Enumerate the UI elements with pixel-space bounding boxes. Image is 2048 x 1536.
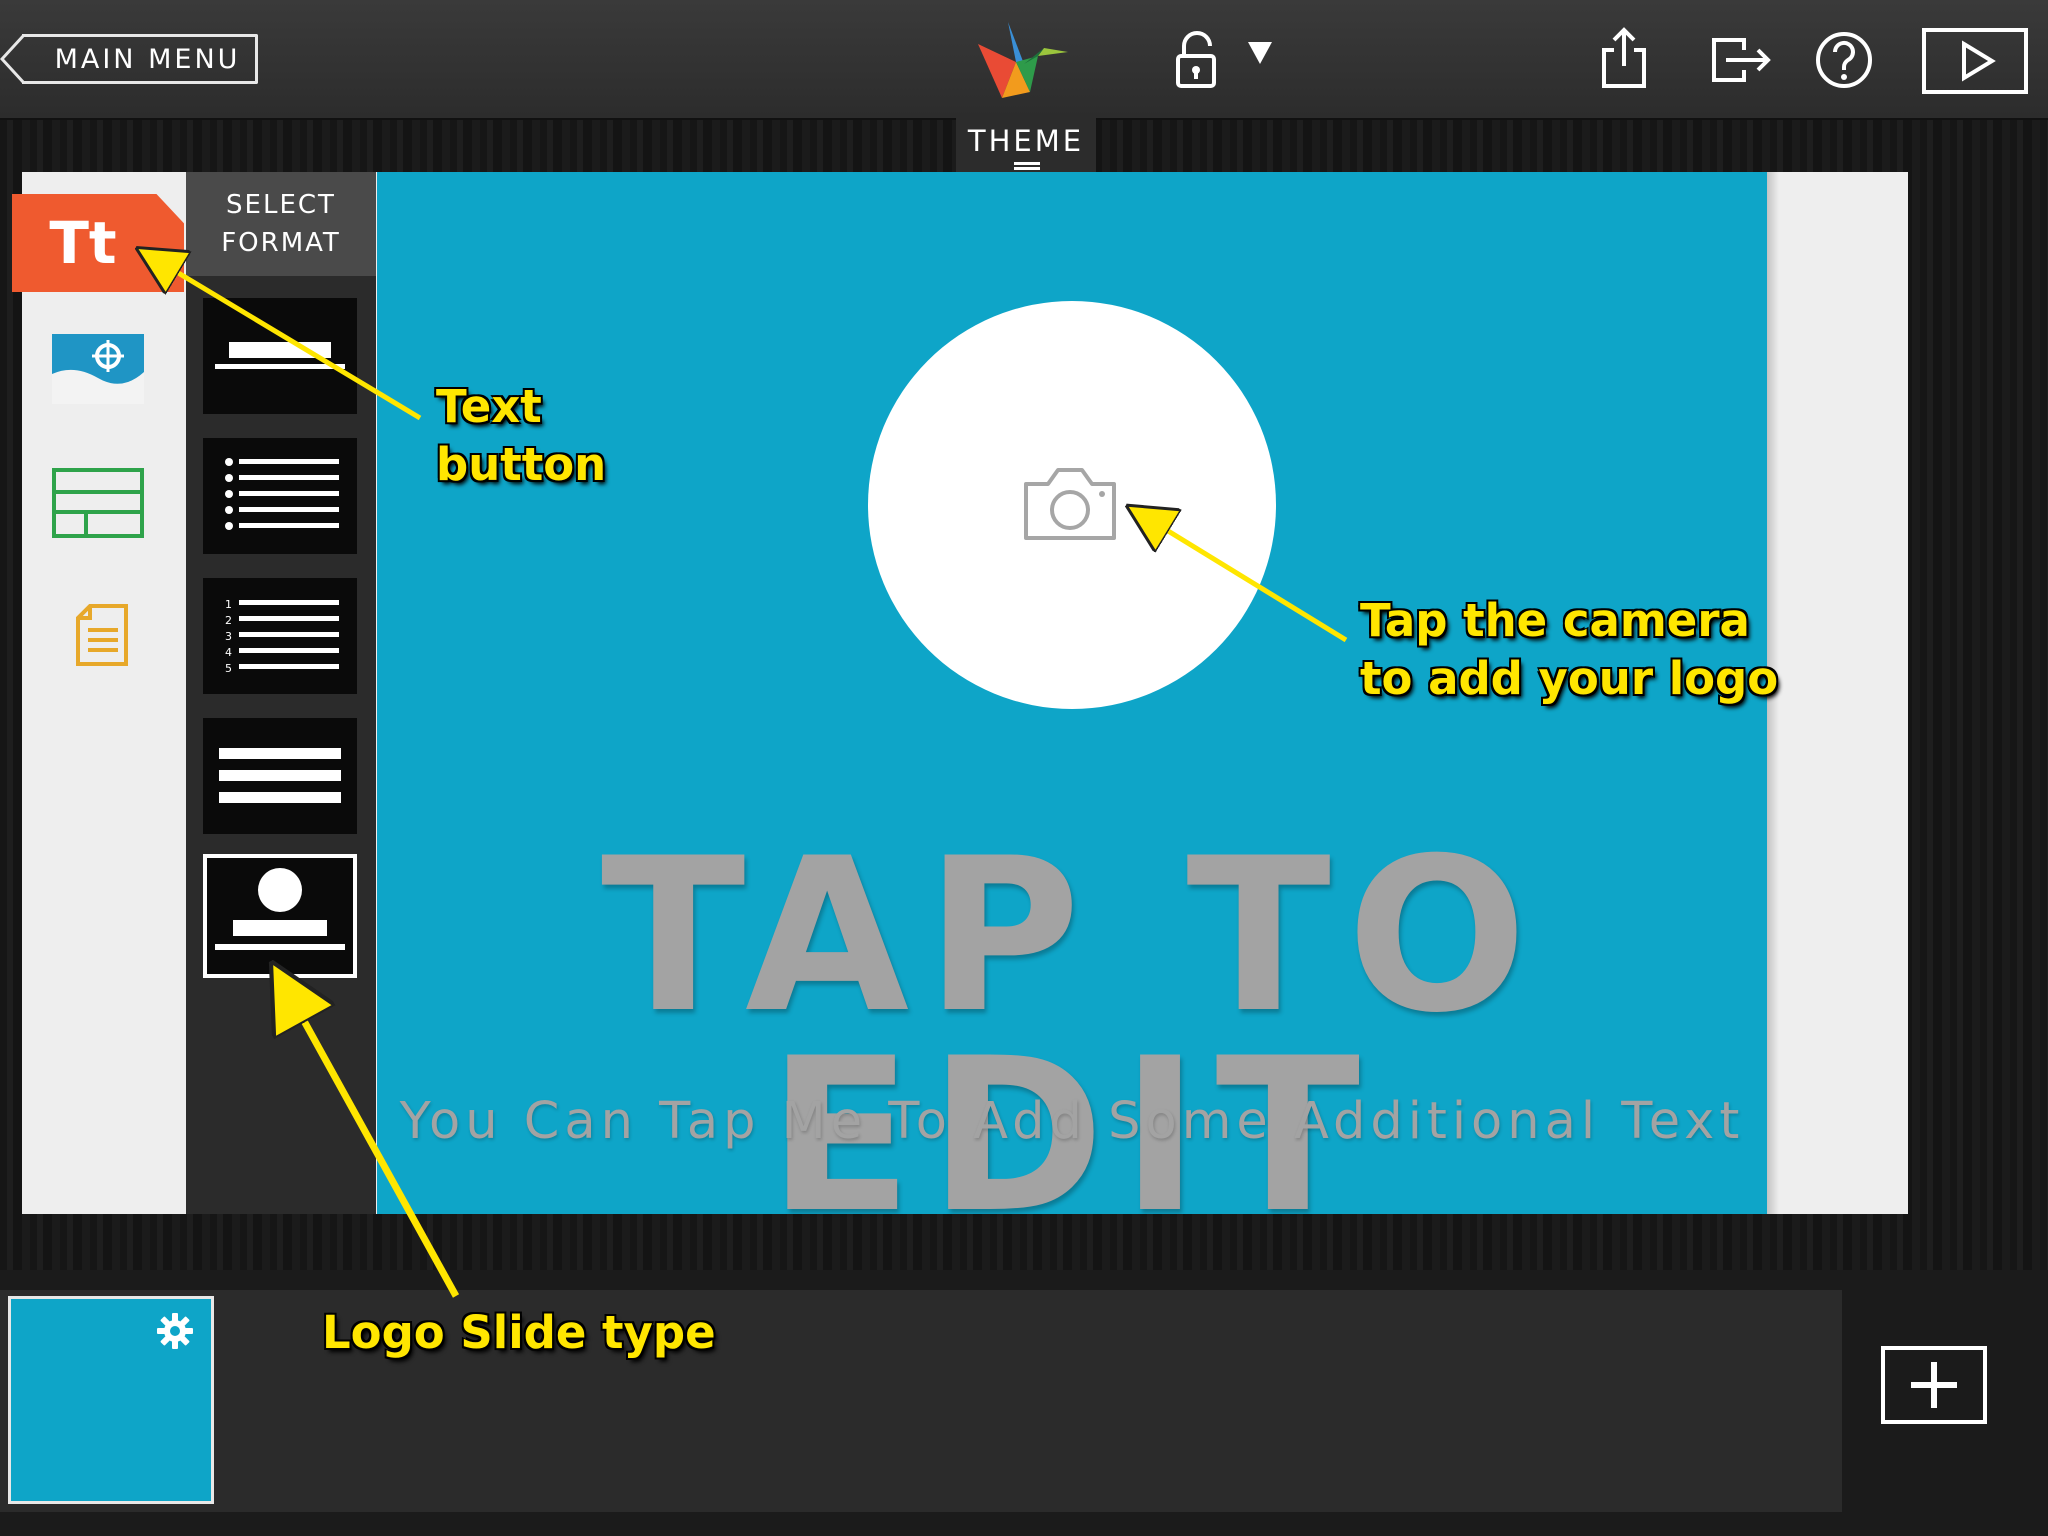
- text-button[interactable]: Tt: [12, 194, 184, 292]
- image-icon[interactable]: [52, 334, 144, 404]
- bullet-list-icon: [225, 458, 339, 530]
- format-numbered-list[interactable]: 1 2 3 4 5: [203, 578, 357, 694]
- format-logo-slide[interactable]: [203, 854, 357, 978]
- lock-icon[interactable]: [1174, 30, 1224, 90]
- list-number-1: 1: [225, 598, 232, 611]
- camera-callout-line2: to add your logo: [1360, 652, 1779, 705]
- list-number-3: 3: [225, 630, 232, 643]
- camera-icon[interactable]: [1018, 462, 1122, 546]
- main-menu-label: MAIN MENU: [54, 43, 241, 75]
- layout-icon[interactable]: [52, 468, 144, 538]
- format-panel-header: SELECT FORMAT: [186, 172, 376, 276]
- title-format-icon: [215, 342, 345, 369]
- format-header-line2: FORMAT: [221, 228, 341, 258]
- add-slide-button[interactable]: [1881, 1346, 1987, 1424]
- main-menu-button[interactable]: MAIN MENU: [0, 34, 258, 84]
- help-icon[interactable]: [1814, 30, 1874, 90]
- format-header-line1: SELECT: [226, 190, 336, 220]
- list-number-5: 5: [225, 662, 232, 675]
- paragraph-format-icon: [219, 748, 341, 803]
- back-arrow-icon: [0, 34, 26, 84]
- gear-icon[interactable]: [156, 1312, 194, 1350]
- play-icon[interactable]: [1922, 28, 2028, 94]
- exit-icon[interactable]: [1710, 36, 1772, 84]
- top-toolbar: MAIN MENU: [0, 0, 2048, 120]
- text-button-callout-line1: Text: [436, 380, 542, 433]
- slide-title[interactable]: TAP TO EDIT: [377, 830, 1767, 1242]
- camera-callout-line1: Tap the camera: [1360, 594, 1750, 647]
- share-icon[interactable]: [1596, 26, 1652, 90]
- numbered-list-icon: 1 2 3 4 5: [225, 598, 339, 675]
- text-button-callout: Text button: [436, 378, 606, 494]
- list-number-2: 2: [225, 614, 232, 627]
- camera-callout: Tap the camera to add your logo: [1360, 592, 1778, 708]
- text-button-label: Tt: [49, 209, 117, 277]
- format-title[interactable]: [203, 298, 357, 414]
- theme-tab-label: THEME: [967, 124, 1085, 158]
- logo-slide-format-icon: [215, 868, 345, 950]
- lock-dropdown-caret-icon[interactable]: [1248, 42, 1272, 64]
- format-paragraph[interactable]: [203, 718, 357, 834]
- text-button-callout-line2: button: [436, 438, 607, 491]
- list-number-4: 4: [225, 646, 232, 659]
- notes-icon[interactable]: [76, 604, 128, 666]
- app-logo: [978, 22, 1068, 98]
- logo-slide-callout: Logo Slide type: [322, 1306, 716, 1359]
- format-bullet-list[interactable]: [203, 438, 357, 554]
- slide-subtitle[interactable]: You Can Tap Me To Add Some Additional Te…: [377, 1092, 1767, 1151]
- slide-filmstrip: [0, 1290, 1842, 1512]
